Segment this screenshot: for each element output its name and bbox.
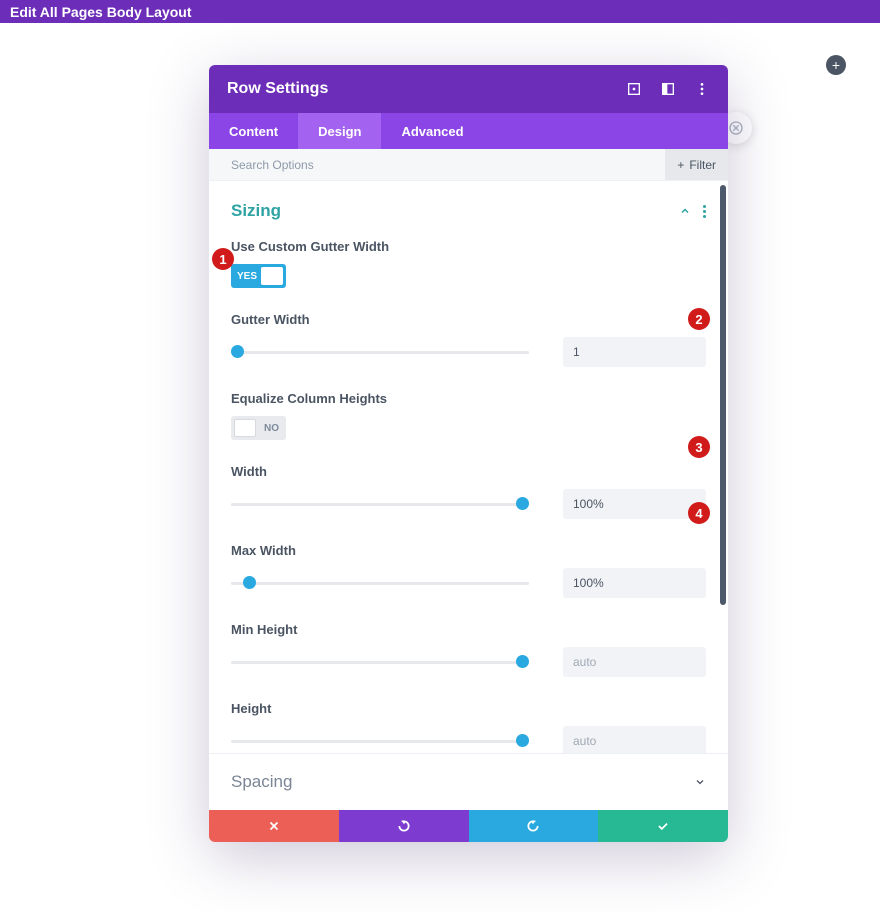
panel-body: Sizing Use Custom Gutter Width YES Gutte… (209, 181, 728, 753)
snap-icon[interactable] (660, 81, 676, 97)
tab-content[interactable]: Content (209, 113, 298, 149)
row-settings-modal: Row Settings Content Design Advanced Sea… (209, 65, 728, 842)
redo-icon (526, 819, 540, 833)
toggle-knob (261, 267, 283, 285)
min-height-slider[interactable] (231, 655, 529, 669)
undo-icon (397, 819, 411, 833)
callout-2: 2 (688, 308, 710, 330)
width-slider[interactable] (231, 497, 529, 511)
max-width-value[interactable]: 100% (563, 568, 706, 598)
save-button[interactable] (598, 810, 728, 842)
min-height-value[interactable]: auto (563, 647, 706, 677)
section-spacing-label: Spacing (231, 772, 292, 792)
slider-thumb[interactable] (243, 576, 256, 589)
close-icon (267, 819, 281, 833)
max-width-label: Max Width (231, 543, 706, 558)
kebab-icon[interactable] (694, 81, 710, 97)
chevron-up-icon (679, 205, 691, 217)
slider-thumb[interactable] (516, 734, 529, 747)
equalize-toggle[interactable]: NO (231, 416, 286, 440)
toggle-yes-label: YES (237, 271, 257, 282)
custom-gutter-toggle[interactable]: YES (231, 264, 286, 288)
width-value[interactable]: 100% (563, 489, 706, 519)
kebab-icon[interactable] (703, 210, 706, 213)
search-input[interactable]: Search Options (231, 158, 314, 172)
chevron-down-icon (694, 776, 706, 788)
toggle-knob (234, 419, 256, 437)
gutter-width-slider[interactable] (231, 345, 529, 359)
callout-3: 3 (688, 436, 710, 458)
gutter-width-value[interactable]: 1 (563, 337, 706, 367)
scrollbar[interactable] (720, 185, 726, 605)
callout-4: 4 (688, 502, 710, 524)
filter-label: Filter (689, 158, 716, 172)
height-value[interactable]: auto (563, 726, 706, 753)
plus-icon: + (832, 57, 840, 73)
search-bar: Search Options + Filter (209, 149, 728, 181)
slider-thumb[interactable] (516, 655, 529, 668)
toggle-no-label: NO (264, 423, 279, 434)
gutter-width-label: Gutter Width (231, 312, 706, 327)
page-top-bar: Edit All Pages Body Layout (0, 0, 880, 23)
modal-title: Row Settings (227, 80, 328, 98)
section-spacing-header[interactable]: Spacing (209, 753, 728, 810)
header-icon-group (626, 81, 710, 97)
expand-icon[interactable] (626, 81, 642, 97)
min-height-label: Min Height (231, 622, 706, 637)
page-title: Edit All Pages Body Layout (10, 4, 192, 20)
height-label: Height (231, 701, 706, 716)
modal-footer (209, 810, 728, 842)
tab-design[interactable]: Design (298, 113, 381, 149)
custom-gutter-label: Use Custom Gutter Width (231, 239, 706, 254)
add-button[interactable]: + (826, 55, 846, 75)
globe-close-icon (728, 120, 744, 136)
cancel-button[interactable] (209, 810, 339, 842)
filter-button[interactable]: + Filter (665, 149, 728, 180)
equalize-label: Equalize Column Heights (231, 391, 706, 406)
tab-advanced[interactable]: Advanced (381, 113, 483, 149)
plus-icon: + (677, 158, 684, 172)
section-sizing-label: Sizing (231, 201, 281, 221)
section-sizing-header[interactable]: Sizing (231, 201, 706, 221)
width-label: Width (231, 464, 706, 479)
undo-button[interactable] (339, 810, 469, 842)
check-icon (656, 819, 670, 833)
height-slider[interactable] (231, 734, 529, 748)
modal-header[interactable]: Row Settings (209, 65, 728, 113)
max-width-slider[interactable] (231, 576, 529, 590)
redo-button[interactable] (469, 810, 599, 842)
slider-thumb[interactable] (231, 345, 244, 358)
slider-thumb[interactable] (516, 497, 529, 510)
modal-tabs: Content Design Advanced (209, 113, 728, 149)
callout-1: 1 (212, 248, 234, 270)
